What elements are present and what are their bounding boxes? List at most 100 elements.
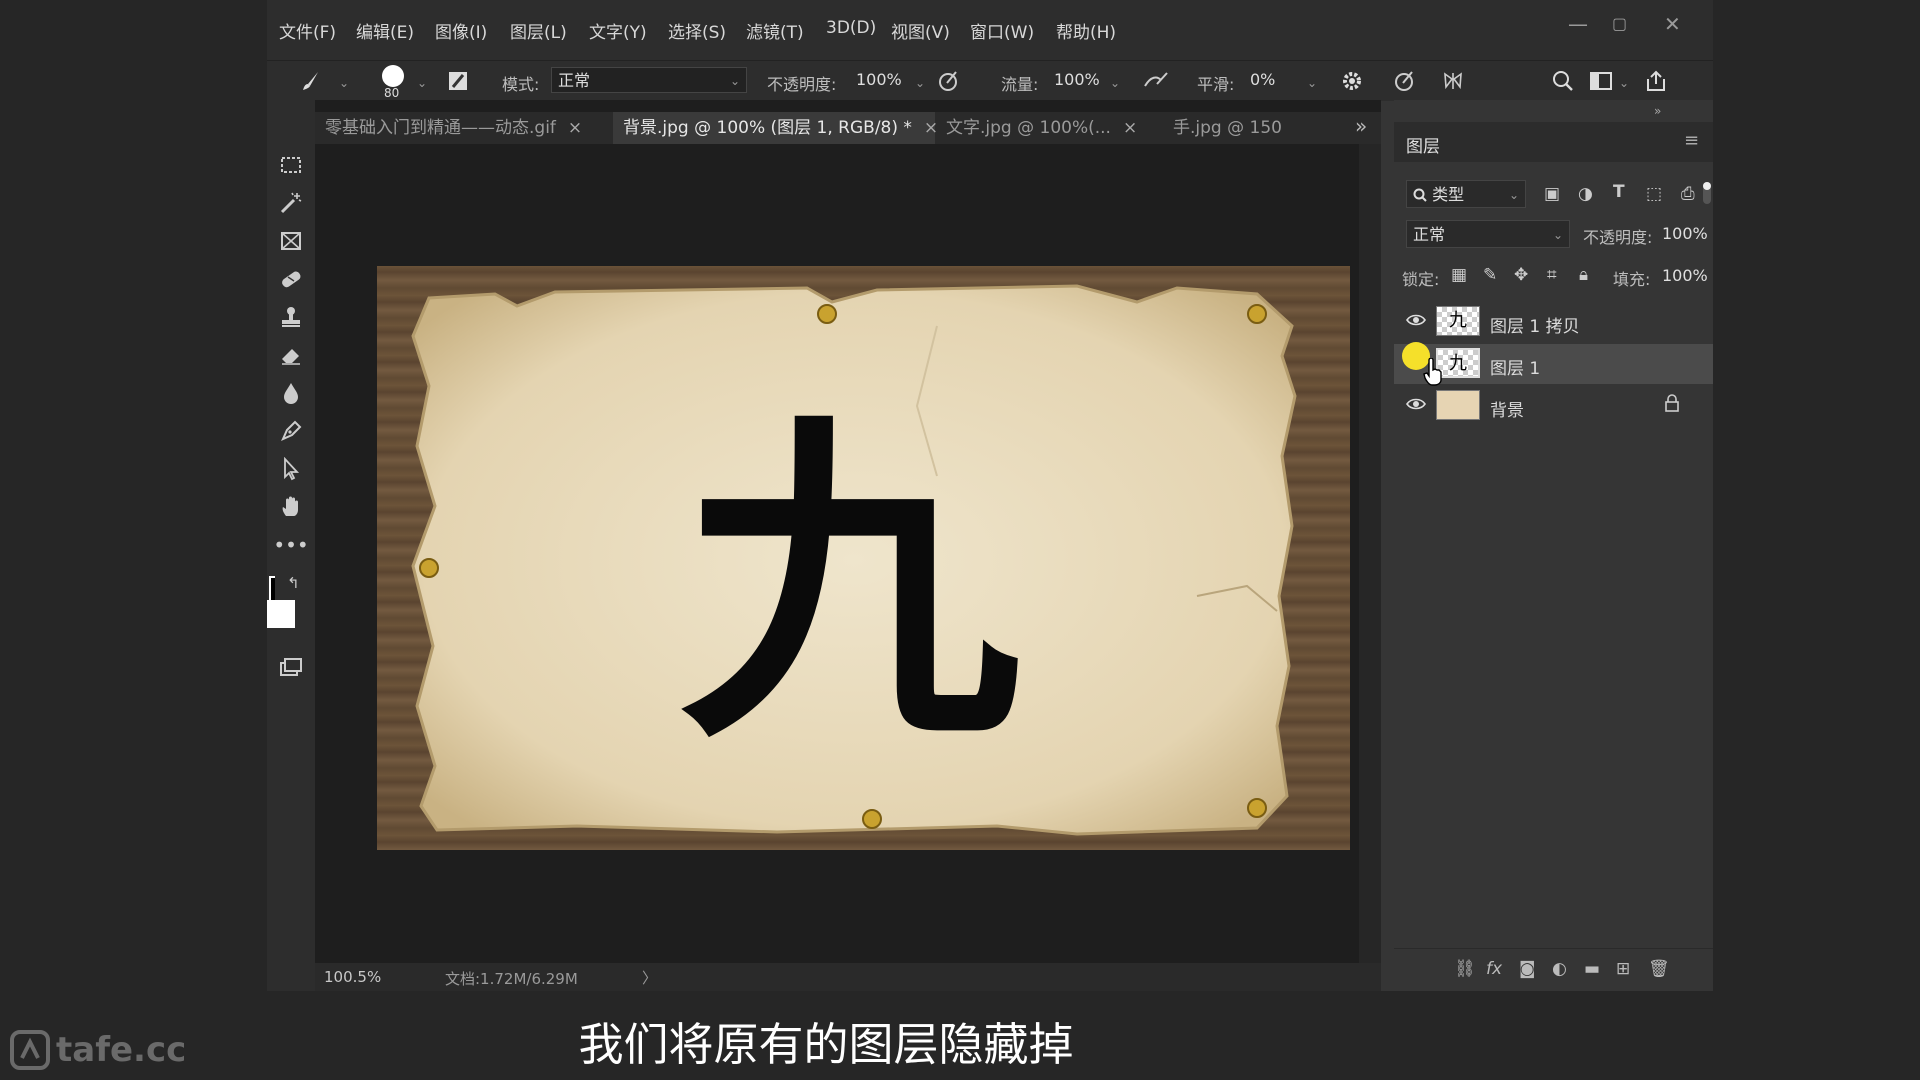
blend-mode-value: 正常 (1413, 225, 1446, 244)
airbrush-icon[interactable] (1142, 67, 1170, 95)
filter-type-icon[interactable]: T (1613, 182, 1625, 202)
swap-colors-icon[interactable]: ↰ (287, 574, 300, 592)
menu-type[interactable]: 文字(Y) (589, 18, 647, 43)
delete-layer-icon[interactable]: 🗑︎ (1648, 959, 1670, 979)
layer-name[interactable]: 图层 1 (1490, 354, 1540, 379)
layer-name[interactable]: 背景 (1490, 396, 1524, 421)
menu-layer[interactable]: 图层(L) (510, 18, 567, 43)
symmetry-butterfly-icon[interactable] (1439, 67, 1467, 95)
vertical-scrollbar[interactable] (1359, 144, 1381, 963)
mode-select[interactable]: 正常 ⌄ (551, 67, 747, 93)
layer-name[interactable]: 图层 1 拷贝 (1490, 312, 1580, 337)
chevron-down-icon[interactable]: ⌄ (915, 76, 925, 90)
close-icon[interactable]: × (568, 118, 582, 138)
layer-row[interactable]: 九 图层 1 拷贝 (1394, 302, 1713, 342)
layer-thumbnail (1436, 390, 1480, 420)
layer-row[interactable]: 背景 (1394, 386, 1713, 426)
zoom-level[interactable]: 100.5% (324, 968, 381, 986)
pen-tool-icon[interactable] (275, 416, 307, 446)
filter-shape-icon[interactable]: ⬚ (1646, 184, 1662, 204)
magic-wand-tool-icon[interactable] (275, 188, 307, 218)
menu-select[interactable]: 选择(S) (668, 18, 726, 43)
tab-text-jpg[interactable]: 文字.jpg @ 100%(... × (936, 112, 1162, 144)
fx-icon[interactable]: fx (1486, 959, 1502, 979)
color-swatches[interactable]: ↰ (267, 574, 313, 634)
lock-artboard-icon[interactable]: ⌗ (1547, 265, 1557, 285)
chevron-down-icon[interactable]: ⌄ (1110, 76, 1120, 90)
menu-file[interactable]: 文件(F) (279, 18, 336, 43)
adjustment-layer-icon[interactable]: ◐ (1552, 959, 1567, 979)
collapse-panel-icon[interactable]: » (1654, 104, 1661, 118)
eraser-tool-icon[interactable] (275, 340, 307, 370)
chevron-down-icon[interactable]: ⌄ (1307, 76, 1317, 90)
more-tools-icon[interactable]: ••• (273, 530, 308, 560)
chevron-down-icon[interactable]: ⌄ (1619, 76, 1629, 90)
lock-image-icon[interactable]: ✎ (1483, 265, 1497, 285)
status-menu-arrow[interactable]: 〉 (642, 967, 657, 988)
layers-tab[interactable]: 图层 (1406, 132, 1440, 157)
screen-mode-icon[interactable] (275, 652, 307, 682)
gear-icon[interactable] (1338, 67, 1366, 95)
chevron-down-icon[interactable]: ⌄ (339, 76, 349, 90)
lock-position-icon[interactable]: ✥ (1514, 265, 1528, 285)
blend-mode-select[interactable]: 正常 ⌄ (1406, 220, 1570, 248)
filter-pixel-icon[interactable]: ▣ (1544, 184, 1560, 204)
marquee-tool-icon[interactable] (275, 150, 307, 180)
watermark: tafe.cc (10, 1030, 186, 1070)
tabs-overflow-icon[interactable]: » (1355, 114, 1367, 138)
menu-window[interactable]: 窗口(W) (970, 18, 1034, 43)
chevron-down-icon[interactable]: ⌄ (417, 76, 427, 90)
smoothing-input[interactable]: 0% (1244, 67, 1302, 93)
brush-tool-icon[interactable] (297, 67, 325, 95)
photoshop-window: 文件(F) 编辑(E) 图像(I) 图层(L) 文字(Y) 选择(S) 滤镜(T… (267, 0, 1713, 991)
menu-edit[interactable]: 编辑(E) (356, 18, 414, 43)
share-icon[interactable] (1642, 67, 1670, 95)
path-selection-tool-icon[interactable] (275, 454, 307, 484)
menu-filter[interactable]: 滤镜(T) (746, 18, 804, 43)
layers-panel-footer: ⛓︎ fx ◙ ◐ ▬ ⊞ 🗑︎ (1394, 948, 1713, 989)
filter-adjustment-icon[interactable]: ◑ (1578, 184, 1593, 204)
tab-background-jpg[interactable]: 背景.jpg @ 100% (图层 1, RGB/8) * × (613, 112, 938, 144)
pressure-size-icon[interactable] (1391, 67, 1419, 95)
search-icon[interactable] (1549, 67, 1577, 95)
menu-view[interactable]: 视图(V) (891, 18, 950, 43)
maximize-icon[interactable]: ▢ (1612, 14, 1627, 33)
frame-tool-icon[interactable] (275, 226, 307, 256)
brush-settings-icon[interactable] (444, 67, 472, 95)
hand-tool-icon[interactable] (275, 492, 307, 522)
link-layers-icon[interactable]: ⛓︎ (1454, 959, 1476, 979)
filter-smartobject-icon[interactable]: ⎙ (1681, 184, 1695, 204)
brush-preset-picker[interactable]: 80 (378, 63, 408, 100)
pressure-opacity-icon[interactable] (935, 67, 963, 95)
menu-image[interactable]: 图像(I) (435, 18, 487, 43)
workspace-icon[interactable] (1587, 67, 1615, 95)
panel-menu-icon[interactable]: ≡ (1684, 130, 1699, 151)
layer-filter-select[interactable]: 类型 ⌄ (1406, 180, 1526, 208)
menu-help[interactable]: 帮助(H) (1056, 18, 1116, 43)
tab-gif[interactable]: 零基础入门到精通——动态.gif × (315, 112, 612, 144)
lock-transparent-icon[interactable]: ▦ (1451, 265, 1467, 285)
tab-hand-jpg[interactable]: 手.jpg @ 150 (1163, 112, 1313, 144)
close-icon[interactable]: × (1123, 118, 1137, 138)
new-layer-icon[interactable]: ⊞ (1616, 959, 1630, 979)
fill-value[interactable]: 100% (1662, 266, 1708, 285)
healing-brush-tool-icon[interactable] (275, 264, 307, 294)
flow-input[interactable]: 100% (1048, 67, 1108, 93)
layer-opacity-value[interactable]: 100% (1662, 224, 1708, 243)
close-window-icon[interactable]: ✕ (1664, 12, 1681, 36)
image-canvas[interactable]: 九 (377, 266, 1350, 850)
lock-all-icon[interactable]: 🔒︎ (1579, 265, 1588, 285)
background-color-swatch[interactable] (267, 600, 295, 628)
add-mask-icon[interactable]: ◙ (1519, 959, 1536, 979)
visibility-eye-icon[interactable] (1406, 396, 1426, 417)
new-group-icon[interactable]: ▬ (1584, 959, 1600, 979)
layer-row-selected[interactable]: 九 图层 1 (1394, 342, 1713, 386)
minimize-icon[interactable]: — (1568, 12, 1588, 36)
clone-stamp-tool-icon[interactable] (275, 302, 307, 332)
visibility-eye-icon[interactable] (1406, 312, 1426, 333)
menu-3d[interactable]: 3D(D) (826, 18, 876, 38)
lock-icon (1664, 394, 1680, 417)
filter-toggle[interactable] (1703, 182, 1711, 204)
blur-tool-icon[interactable] (275, 378, 307, 408)
opacity-input[interactable]: 100% (850, 67, 910, 93)
